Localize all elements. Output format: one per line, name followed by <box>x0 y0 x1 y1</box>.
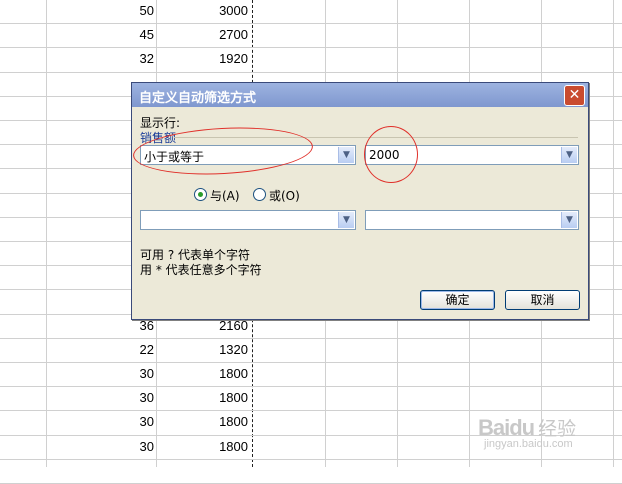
amount-cell[interactable]: 1800 <box>158 439 248 454</box>
custom-autofilter-dialog: 自定义自动筛选方式 ✕ 显示行: 销售额 小于或等于 ▼ 2000 ▼ 与(A)… <box>131 82 589 320</box>
operator-select-2[interactable]: ▼ <box>140 210 356 230</box>
quantity-cell[interactable]: 32 <box>46 51 154 66</box>
dialog-title: 自定义自动筛选方式 <box>139 91 257 106</box>
watermark-text: 经验 <box>538 419 577 440</box>
quantity-cell[interactable]: 30 <box>46 414 154 429</box>
chevron-down-icon[interactable]: ▼ <box>561 147 577 163</box>
grid-column-line <box>613 0 614 467</box>
and-radio-label[interactable]: 与(A) <box>210 187 240 204</box>
amount-cell[interactable]: 1800 <box>158 414 248 429</box>
chevron-down-icon[interactable]: ▼ <box>338 147 354 163</box>
ok-button[interactable]: 确定 <box>420 290 495 310</box>
close-icon: ✕ <box>568 87 581 103</box>
grid-row-line <box>0 72 622 73</box>
grid-row-line <box>0 386 622 387</box>
amount-cell[interactable]: 1800 <box>158 366 248 381</box>
quantity-cell[interactable]: 50 <box>46 3 154 18</box>
quantity-cell[interactable]: 30 <box>46 366 154 381</box>
quantity-cell[interactable]: 36 <box>46 318 154 333</box>
grid-row-line <box>0 338 622 339</box>
and-radio[interactable] <box>194 188 207 201</box>
chevron-down-icon[interactable]: ▼ <box>338 212 354 228</box>
watermark-url: jingyan.baidu.com <box>484 438 573 450</box>
quantity-cell[interactable]: 30 <box>46 439 154 454</box>
quantity-cell[interactable]: 22 <box>46 342 154 357</box>
amount-cell[interactable]: 1320 <box>158 342 248 357</box>
quantity-cell[interactable]: 45 <box>46 27 154 42</box>
amount-cell[interactable]: 1800 <box>158 390 248 405</box>
or-radio[interactable] <box>253 188 266 201</box>
grid-row-line <box>0 459 622 460</box>
amount-cell[interactable]: 3000 <box>158 3 248 18</box>
close-button[interactable]: ✕ <box>564 85 585 106</box>
grid-row-line <box>0 362 622 363</box>
amount-cell[interactable]: 2160 <box>158 318 248 333</box>
amount-cell[interactable]: 1920 <box>158 51 248 66</box>
watermark-logo: Baidu <box>478 415 535 440</box>
watermark: Baidu 经验 jingyan.baidu.com <box>478 414 577 450</box>
radio-selected-dot <box>198 192 203 197</box>
grid-row-line <box>0 410 622 411</box>
value-combo-2[interactable]: ▼ <box>365 210 579 230</box>
cancel-button[interactable]: 取消 <box>505 290 580 310</box>
or-radio-label[interactable]: 或(O) <box>269 187 300 204</box>
grid-row-line <box>0 23 622 24</box>
grid-row-line <box>0 47 622 48</box>
annotation-circle-value <box>364 126 418 183</box>
quantity-cell[interactable]: 30 <box>46 390 154 405</box>
wildcard-hint-multi: 用 * 代表任意多个字符 <box>140 263 262 277</box>
dialog-title-bar[interactable]: 自定义自动筛选方式 ✕ <box>132 83 588 107</box>
chevron-down-icon[interactable]: ▼ <box>561 212 577 228</box>
amount-cell[interactable]: 2700 <box>158 27 248 42</box>
